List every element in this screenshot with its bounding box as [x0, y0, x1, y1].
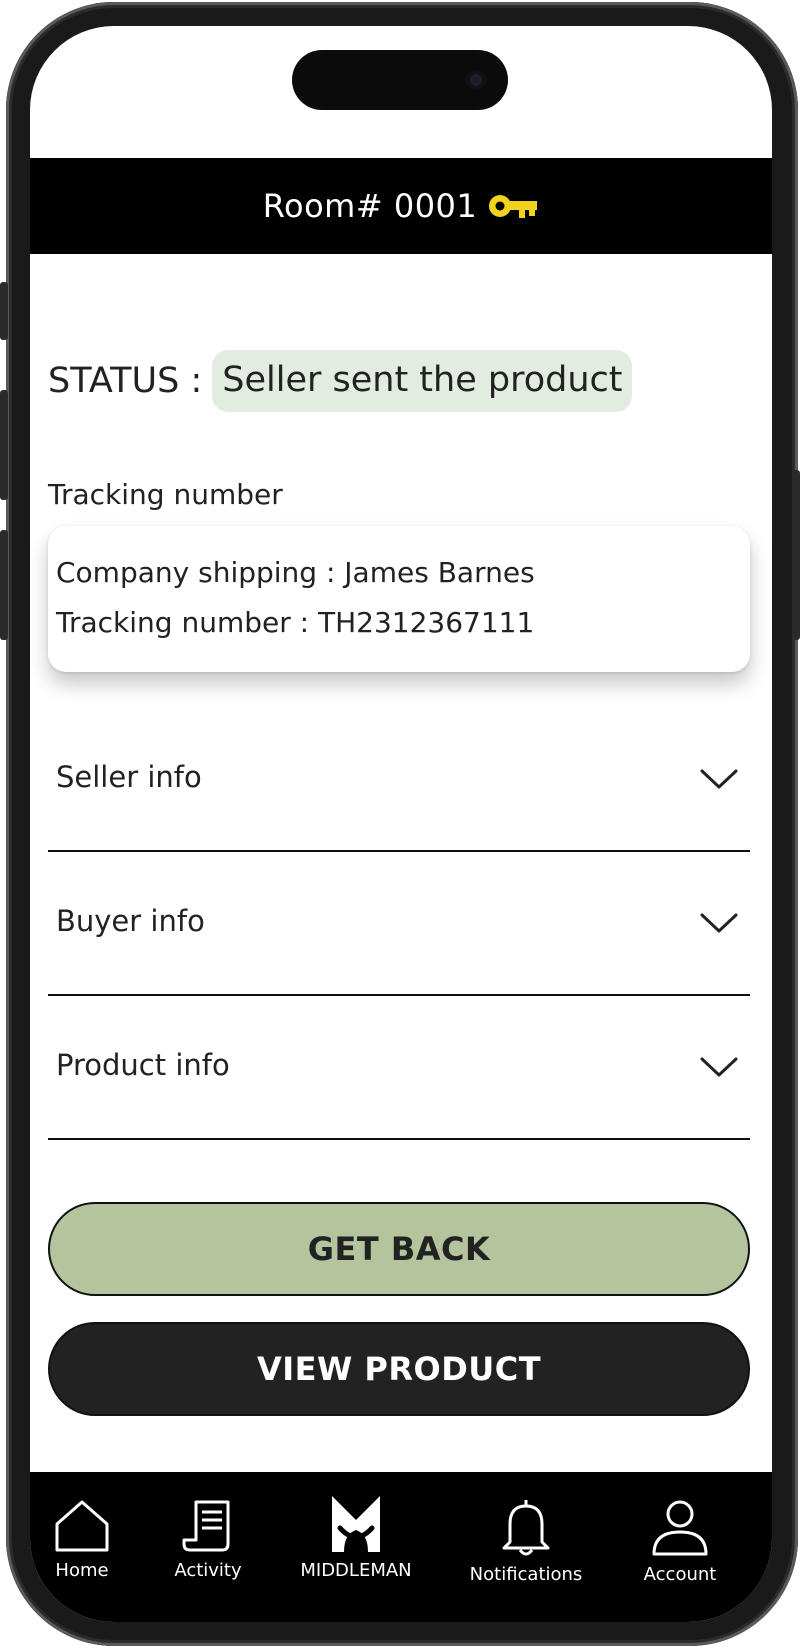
side-button-volume-down: [0, 530, 8, 640]
status-label: STATUS :: [48, 361, 203, 401]
tab-account-label: Account: [643, 1564, 717, 1585]
room-header: Room# 0001: [30, 158, 772, 254]
product-info-label: Product info: [56, 1048, 230, 1082]
tracking-heading: Tracking number: [48, 478, 283, 511]
status-row: STATUS : Seller sent the product: [48, 350, 633, 412]
camera-icon: [466, 70, 486, 90]
status-badge: Seller sent the product: [212, 350, 633, 412]
side-button-action: [0, 282, 8, 340]
bottom-tab-bar: Home Activity MIDDLEMAN Notifications Ac…: [30, 1472, 772, 1622]
tab-activity[interactable]: Activity: [160, 1472, 256, 1602]
buyer-info-section[interactable]: Buyer info: [48, 850, 750, 996]
tab-middleman[interactable]: MIDDLEMAN: [296, 1472, 416, 1602]
chevron-down-icon[interactable]: [700, 912, 738, 934]
buyer-info-label: Buyer info: [56, 904, 205, 938]
user-icon: [652, 1500, 708, 1556]
middleman-logo-icon: [332, 1496, 380, 1552]
room-title: Room# 0001: [262, 187, 478, 225]
tab-notifications-label: Notifications: [469, 1564, 583, 1585]
app-screen: Room# 0001 STATUS : Seller sent the prod…: [30, 26, 772, 1622]
tracking-number-line: Tracking number : TH2312367111: [56, 606, 535, 639]
tab-home[interactable]: Home: [42, 1472, 122, 1602]
tracking-card: Company shipping : James Barnes Tracking…: [48, 526, 750, 672]
seller-info-section[interactable]: Seller info: [48, 706, 750, 852]
chevron-down-icon[interactable]: [700, 768, 738, 790]
tab-home-label: Home: [55, 1560, 109, 1581]
view-product-button[interactable]: VIEW PRODUCT: [48, 1322, 750, 1416]
home-icon: [55, 1500, 109, 1552]
key-icon: [489, 195, 538, 218]
product-info-section[interactable]: Product info: [48, 994, 750, 1140]
seller-info-label: Seller info: [56, 760, 202, 794]
side-button-power: [792, 470, 800, 640]
chevron-down-icon[interactable]: [700, 1056, 738, 1078]
get-back-button[interactable]: GET BACK: [48, 1202, 750, 1296]
company-shipping-line: Company shipping : James Barnes: [56, 556, 535, 589]
side-button-volume-up: [0, 390, 8, 500]
dynamic-island: [292, 50, 508, 110]
receipt-icon: [182, 1500, 230, 1552]
bell-icon: [502, 1500, 550, 1556]
tab-notifications[interactable]: Notifications: [456, 1472, 596, 1602]
tab-activity-label: Activity: [174, 1560, 242, 1581]
tab-middleman-label: MIDDLEMAN: [300, 1560, 412, 1581]
tab-account[interactable]: Account: [630, 1472, 730, 1602]
